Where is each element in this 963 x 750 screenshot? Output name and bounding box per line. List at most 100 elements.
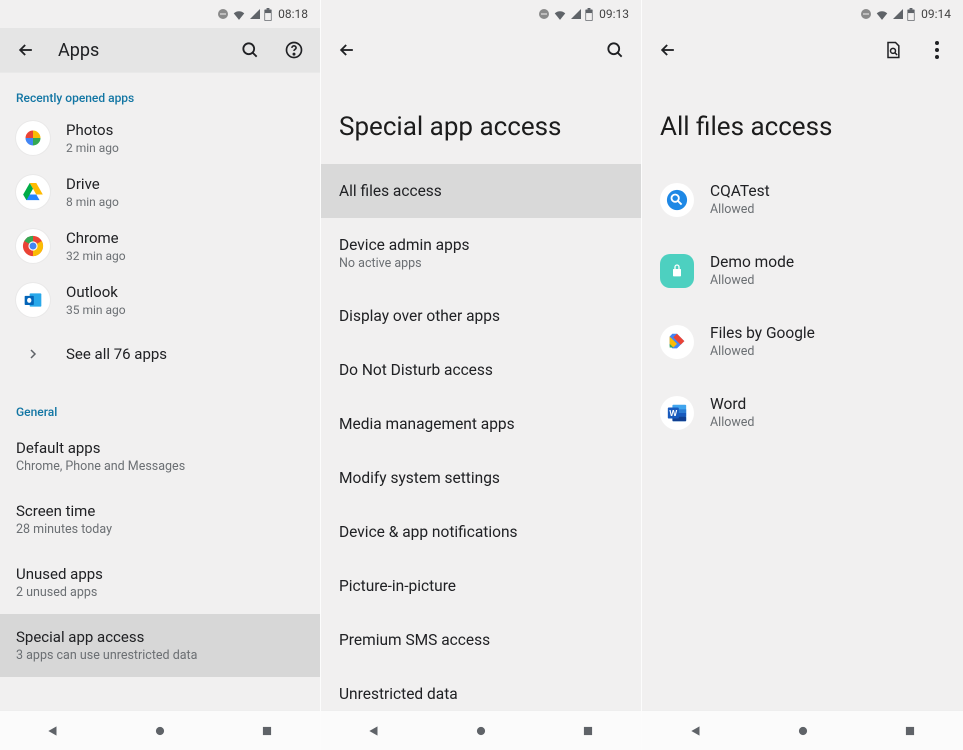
- item-media-management-apps[interactable]: Media management apps: [321, 397, 641, 451]
- setting-default-apps[interactable]: Default apps Chrome, Phone and Messages: [0, 425, 320, 488]
- signal-icon: [892, 8, 904, 20]
- nav-back[interactable]: [365, 722, 383, 740]
- app-sub: 8 min ago: [66, 195, 119, 209]
- app-bar: Apps: [0, 28, 320, 72]
- nav-recent[interactable]: [901, 722, 919, 740]
- app-sub: Allowed: [710, 344, 815, 359]
- setting-screen-time[interactable]: Screen time 28 minutes today: [0, 488, 320, 551]
- item-label: Device & app notifications: [339, 523, 623, 541]
- nav-recent[interactable]: [579, 722, 597, 740]
- battery-icon: [264, 8, 272, 21]
- recent-app-outlook[interactable]: Outlook 35 min ago: [0, 273, 320, 327]
- nav-back[interactable]: [687, 722, 705, 740]
- general-header: General: [0, 381, 320, 425]
- item-label: Premium SMS access: [339, 631, 623, 649]
- apps-settings-panel: 08:18 Apps Recently opened apps Phot: [0, 0, 321, 750]
- item-display-over-other-apps[interactable]: Display over other apps: [321, 289, 641, 343]
- battery-icon: [585, 8, 593, 21]
- outlook-icon: [16, 283, 50, 317]
- nav-back[interactable]: [44, 722, 62, 740]
- app-name: Drive: [66, 175, 119, 193]
- status-bar: 09:14: [642, 0, 963, 28]
- back-button[interactable]: [14, 38, 38, 62]
- drive-icon: [16, 175, 50, 209]
- recent-app-photos[interactable]: Photos 2 min ago: [0, 111, 320, 165]
- app-label: Files by Google: [710, 324, 815, 342]
- item-label: Modify system settings: [339, 469, 623, 487]
- app-files-by-google[interactable]: Files by Google Allowed: [642, 306, 963, 377]
- setting-special-app-access[interactable]: Special app access 3 apps can use unrest…: [0, 614, 320, 677]
- cqatest-icon: [660, 183, 694, 217]
- app-label: CQATest: [710, 182, 770, 200]
- app-name: Chrome: [66, 229, 126, 247]
- back-button[interactable]: [656, 38, 680, 62]
- setting-label: Unused apps: [16, 565, 304, 583]
- app-demo-mode[interactable]: Demo mode Allowed: [642, 235, 963, 306]
- app-bar: [321, 28, 641, 72]
- nav-bar: [642, 710, 963, 750]
- setting-sub: Chrome, Phone and Messages: [16, 459, 304, 474]
- item-label: Picture-in-picture: [339, 577, 623, 595]
- app-sub: 2 min ago: [66, 141, 119, 155]
- app-sub: 32 min ago: [66, 249, 126, 263]
- item-device-app-notifications[interactable]: Device & app notifications: [321, 505, 641, 559]
- app-cqatest[interactable]: CQATest Allowed: [642, 164, 963, 235]
- item-label: Unrestricted data: [339, 685, 623, 703]
- see-all-apps[interactable]: See all 76 apps: [0, 327, 320, 381]
- search-button[interactable]: [238, 38, 262, 62]
- setting-sub: 2 unused apps: [16, 585, 304, 600]
- signal-icon: [570, 8, 582, 20]
- item-label: Display over other apps: [339, 307, 623, 325]
- app-sub: Allowed: [710, 273, 794, 288]
- page-title: Special app access: [321, 72, 641, 164]
- setting-unused-apps[interactable]: Unused apps 2 unused apps: [0, 551, 320, 614]
- recent-app-drive[interactable]: Drive 8 min ago: [0, 165, 320, 219]
- nav-bar: [0, 710, 320, 750]
- dnd-icon: [538, 8, 550, 20]
- photos-icon: [16, 121, 50, 155]
- page-title: All files access: [642, 72, 963, 164]
- item-label: Media management apps: [339, 415, 623, 433]
- more-button[interactable]: [925, 38, 949, 62]
- app-name: Photos: [66, 121, 119, 139]
- setting-label: Default apps: [16, 439, 304, 457]
- help-button[interactable]: [282, 38, 306, 62]
- recent-app-chrome[interactable]: Chrome 32 min ago: [0, 219, 320, 273]
- setting-label: Special app access: [16, 628, 304, 646]
- nav-home[interactable]: [472, 722, 490, 740]
- recent-apps-header: Recently opened apps: [0, 73, 320, 111]
- dnd-icon: [217, 8, 229, 20]
- app-name: Outlook: [66, 283, 126, 301]
- nav-home[interactable]: [794, 722, 812, 740]
- item-label: Device admin apps: [339, 236, 623, 254]
- nav-home[interactable]: [151, 722, 169, 740]
- demo-mode-icon: [660, 254, 694, 288]
- nav-recent[interactable]: [258, 722, 276, 740]
- app-sub: Allowed: [710, 415, 754, 430]
- setting-sub: 28 minutes today: [16, 522, 304, 537]
- item-label: Do Not Disturb access: [339, 361, 623, 379]
- see-all-label: See all 76 apps: [66, 345, 167, 363]
- item-picture-in-picture[interactable]: Picture-in-picture: [321, 559, 641, 613]
- status-clock: 08:18: [278, 7, 308, 21]
- app-sub: 35 min ago: [66, 303, 126, 317]
- item-unrestricted-data[interactable]: Unrestricted data: [321, 667, 641, 710]
- setting-label: Screen time: [16, 502, 304, 520]
- chrome-icon: [16, 229, 50, 263]
- app-sub: Allowed: [710, 202, 770, 217]
- search-button[interactable]: [603, 38, 627, 62]
- item-modify-system-settings[interactable]: Modify system settings: [321, 451, 641, 505]
- item-all-files-access[interactable]: All files access: [321, 164, 641, 218]
- item-do-not-disturb-access[interactable]: Do Not Disturb access: [321, 343, 641, 397]
- item-device-admin-apps[interactable]: Device admin apps No active apps: [321, 218, 641, 289]
- word-icon: W: [660, 396, 694, 430]
- all-files-access-panel: 09:14 All files access CQATest: [642, 0, 963, 750]
- find-in-page-button[interactable]: [881, 38, 905, 62]
- app-bar: [642, 28, 963, 72]
- page-title: Apps: [58, 40, 218, 61]
- item-premium-sms-access[interactable]: Premium SMS access: [321, 613, 641, 667]
- back-button[interactable]: [335, 38, 359, 62]
- special-app-access-panel: 09:13 Special app access All files acces…: [321, 0, 642, 750]
- app-label: Demo mode: [710, 253, 794, 271]
- app-word[interactable]: W Word Allowed: [642, 377, 963, 448]
